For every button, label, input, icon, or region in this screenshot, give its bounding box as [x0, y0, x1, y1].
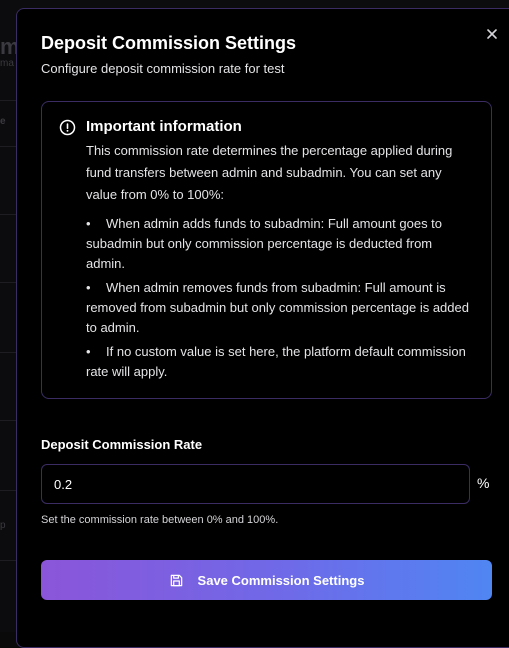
background-divider	[0, 420, 16, 421]
info-bullet-list: • When admin adds funds to subadmin: Full…	[86, 214, 471, 386]
important-info-panel: Important information This commission ra…	[41, 101, 492, 399]
info-title: Important information	[86, 118, 242, 135]
close-icon	[487, 29, 497, 39]
background-text-fragment: e	[0, 116, 6, 127]
bullet-glyph: •	[86, 344, 91, 359]
bullet-glyph: •	[86, 280, 91, 295]
save-commission-button[interactable]: Save Commission Settings	[41, 560, 492, 600]
list-item: • When admin adds funds to subadmin: Full…	[86, 214, 471, 274]
background-divider	[0, 100, 16, 101]
commission-settings-dialog: Deposit Commission Settings Configure de…	[16, 8, 509, 648]
save-icon	[170, 574, 182, 586]
background-divider	[0, 146, 16, 147]
background-text-fragment: ma	[0, 58, 14, 69]
dialog-subtitle: Configure deposit commission rate for te…	[41, 61, 285, 76]
commission-rate-hint: Set the commission rate between 0% and 1…	[41, 514, 279, 526]
background-divider	[0, 560, 16, 561]
commission-rate-input[interactable]	[41, 464, 470, 504]
dialog-title: Deposit Commission Settings	[41, 33, 297, 53]
list-item: • When admin removes funds from subadmin:…	[86, 278, 471, 338]
close-button[interactable]	[483, 25, 501, 43]
bullet-text: When admin removes funds from subadmin: …	[86, 280, 469, 335]
info-circle-icon	[59, 119, 76, 136]
percent-unit: %	[477, 475, 490, 491]
bullet-text: When admin adds funds to subadmin: Full …	[86, 216, 443, 271]
info-description: This commission rate determines the perc…	[86, 143, 453, 202]
background-divider	[0, 282, 16, 283]
bullet-glyph: •	[86, 216, 91, 231]
bullet-text: If no custom value is set here, the plat…	[86, 344, 466, 379]
list-item: • If no custom value is set here, the pla…	[86, 342, 471, 382]
background-divider	[0, 352, 16, 353]
background-divider	[0, 214, 16, 215]
save-button-label: Save Commission Settings	[197, 572, 365, 588]
background-text-fragment: p	[0, 520, 6, 531]
background-divider	[0, 490, 16, 491]
commission-rate-label: Deposit Commission Rate	[41, 437, 203, 452]
